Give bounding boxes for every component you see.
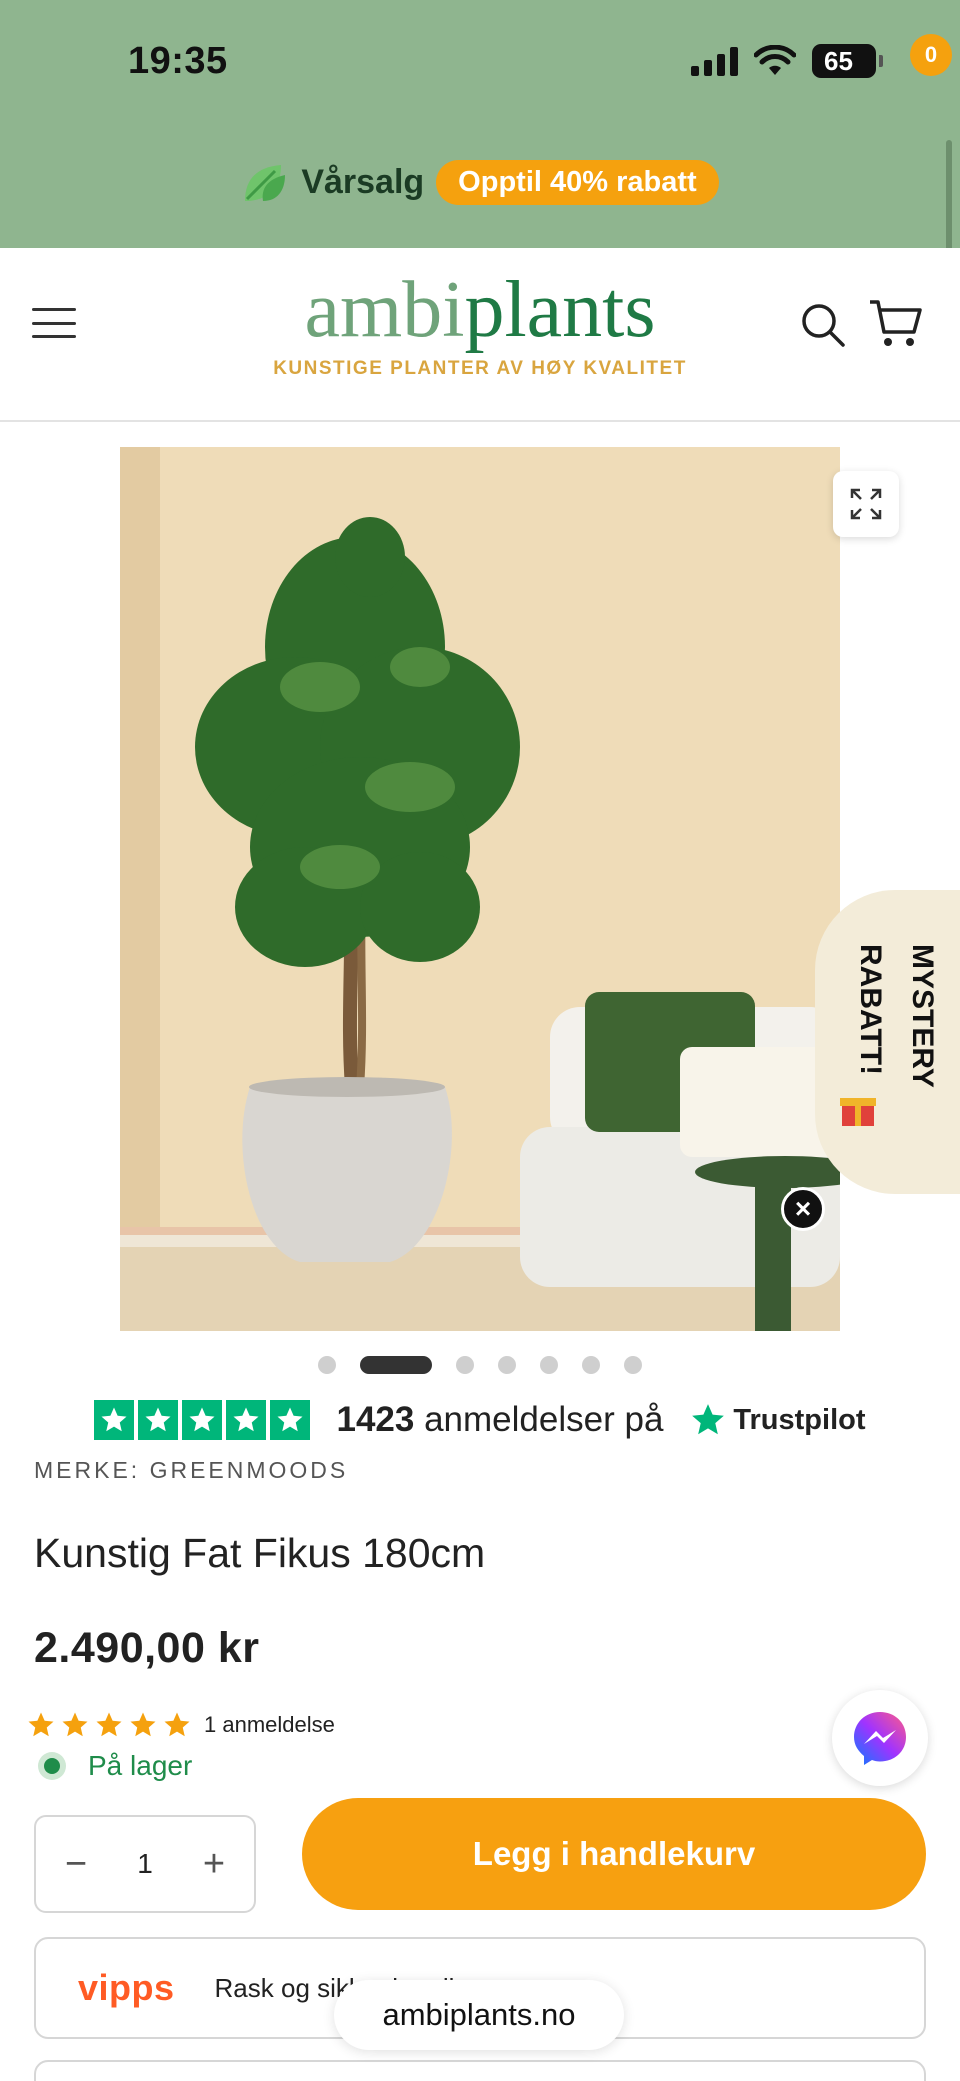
quantity-value[interactable]: 1 [137, 1848, 153, 1880]
trustpilot-stars [94, 1400, 311, 1440]
stock-label: På lager [88, 1750, 193, 1781]
gallery-dots [0, 1356, 960, 1374]
gallery-dot[interactable] [624, 1356, 642, 1374]
stock-status: På lager [38, 1750, 192, 1782]
product-rating[interactable]: 1 anmeldelse [26, 1710, 335, 1740]
product-image[interactable] [120, 447, 840, 1331]
increase-quantity-button[interactable]: + [196, 1843, 232, 1886]
next-payment-box[interactable] [34, 2060, 926, 2081]
vipps-logo: vipps [78, 1967, 175, 2008]
cart-count-badge: 0 [910, 34, 952, 76]
logo-tagline: KUNSTIGE PLANTER AV HØY KVALITET [273, 358, 687, 379]
expand-icon [850, 488, 882, 520]
messenger-icon [854, 1712, 906, 1765]
trustpilot-logo: Trustpilot [689, 1401, 866, 1439]
gift-icon [840, 1098, 876, 1126]
ficus-photo [120, 447, 840, 1331]
close-icon[interactable]: × [781, 1187, 825, 1231]
trustpilot-review-text: 1423 anmeldelser på [336, 1400, 664, 1439]
decrease-quantity-button[interactable]: − [58, 1843, 94, 1886]
cart-icon[interactable] [868, 298, 924, 350]
promo-title: Vårsalg [301, 163, 425, 201]
browser-url-bar[interactable]: ambiplants.no [334, 1980, 624, 2050]
promo-banner[interactable]: Vårsalg Opptil 40% rabatt [0, 160, 960, 205]
battery-icon: 65 [812, 44, 883, 78]
rating-stars [26, 1710, 192, 1740]
status-and-promo-band: 19:35 65 Vårsalg Opptil 40% rabatt [0, 0, 960, 248]
promo-badge: Opptil 40% rabatt [436, 160, 719, 205]
product-brand[interactable]: MERKE: GREENMOODS [34, 1457, 348, 1484]
gallery-dot[interactable] [498, 1356, 516, 1374]
product-title: Kunstig Fat Fikus 180cm [34, 1530, 486, 1576]
gallery-dot[interactable] [540, 1356, 558, 1374]
cellular-signal-icon [691, 46, 738, 76]
leaf-icon [245, 164, 286, 201]
in-stock-icon [38, 1752, 66, 1780]
quantity-stepper: − 1 + [34, 1815, 256, 1913]
gallery-dot-active[interactable] [360, 1356, 432, 1374]
site-header: ambiplants KUNSTIGE PLANTER AV HØY KVALI… [0, 248, 960, 422]
messenger-chat-button[interactable] [832, 1690, 928, 1786]
status-icons: 65 [691, 44, 883, 78]
trustpilot-widget[interactable]: 1423 anmeldelser på Trustpilot [0, 1400, 960, 1440]
gallery-dot[interactable] [456, 1356, 474, 1374]
product-price: 2.490,00 kr [34, 1624, 260, 1672]
expand-image-button[interactable] [833, 471, 899, 537]
search-icon[interactable] [800, 302, 846, 348]
status-time: 19:35 [128, 40, 228, 82]
gallery-dot[interactable] [582, 1356, 600, 1374]
gallery-dot[interactable] [318, 1356, 336, 1374]
wifi-icon [754, 45, 796, 75]
trustpilot-star-icon [692, 1404, 725, 1435]
add-to-cart-button[interactable]: Legg i handlekurv [302, 1798, 926, 1910]
review-count: 1 anmeldelse [204, 1712, 335, 1737]
